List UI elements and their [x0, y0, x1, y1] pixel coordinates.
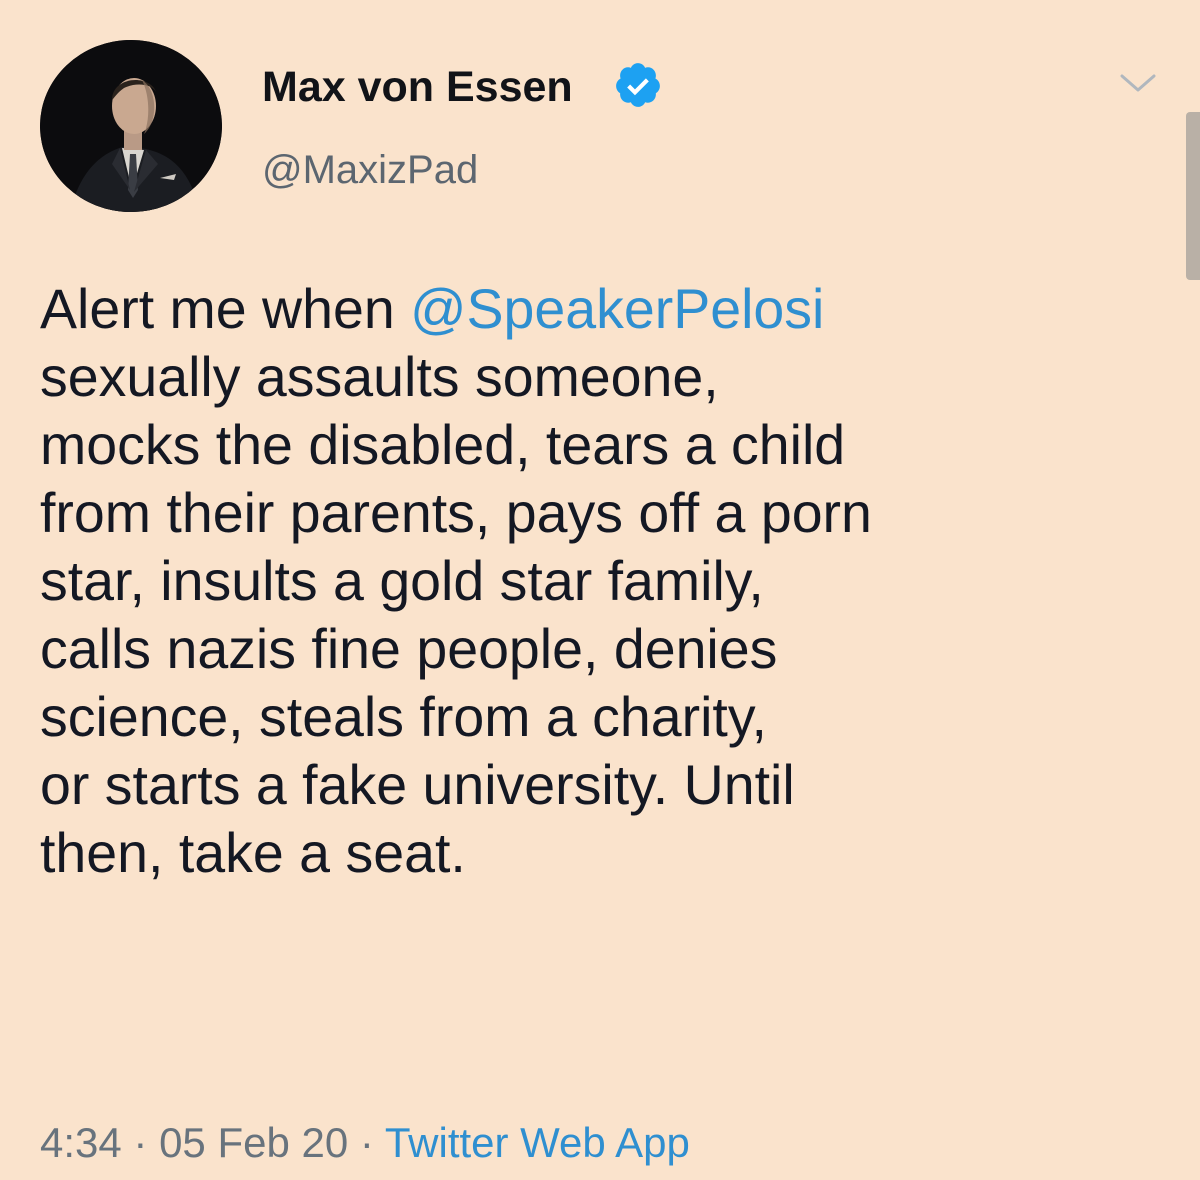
tweet-card: Max von Essen @MaxizPad Alert me when @S… [0, 0, 1200, 1180]
tweet-line: calls nazis fine people, denies [40, 618, 778, 680]
chevron-down-icon[interactable] [1112, 66, 1164, 102]
tweet-line: science, steals from a charity, [40, 686, 767, 748]
avatar-photo [40, 40, 222, 212]
tweet-source-link[interactable]: Twitter Web App [385, 1119, 690, 1166]
verified-badge-icon [613, 60, 663, 110]
tweet-line: star, insults a gold star family, [40, 550, 764, 612]
tweet-line: Alert me when @SpeakerPelosi [40, 275, 1170, 343]
tweet-line: sexually assaults someone, [40, 346, 719, 408]
scrollbar-thumb[interactable] [1186, 112, 1200, 280]
avatar[interactable] [40, 40, 222, 212]
tweet-metadata: 4:34 · 05 Feb 20 · Twitter Web App [40, 1117, 690, 1169]
tweet-line: mocks the disabled, tears a child [40, 414, 846, 476]
display-name[interactable]: Max von Essen [262, 62, 573, 112]
meta-separator: · [121, 1119, 160, 1166]
tweet-time[interactable]: 4:34 [40, 1119, 122, 1166]
tweet-line: from their parents, pays off a porn [40, 482, 872, 544]
mention-link[interactable]: @SpeakerPelosi [410, 278, 824, 340]
tweet-text-prefix: Alert me when [40, 278, 411, 340]
user-handle[interactable]: @MaxizPad [262, 146, 478, 194]
tweet-line: or starts a fake university. Until [40, 754, 795, 816]
meta-separator: · [348, 1119, 385, 1166]
tweet-text: Alert me when @SpeakerPelosi sexually as… [40, 275, 1170, 887]
tweet-date[interactable]: 05 Feb 20 [159, 1119, 348, 1166]
tweet-line: then, take a seat. [40, 822, 466, 884]
